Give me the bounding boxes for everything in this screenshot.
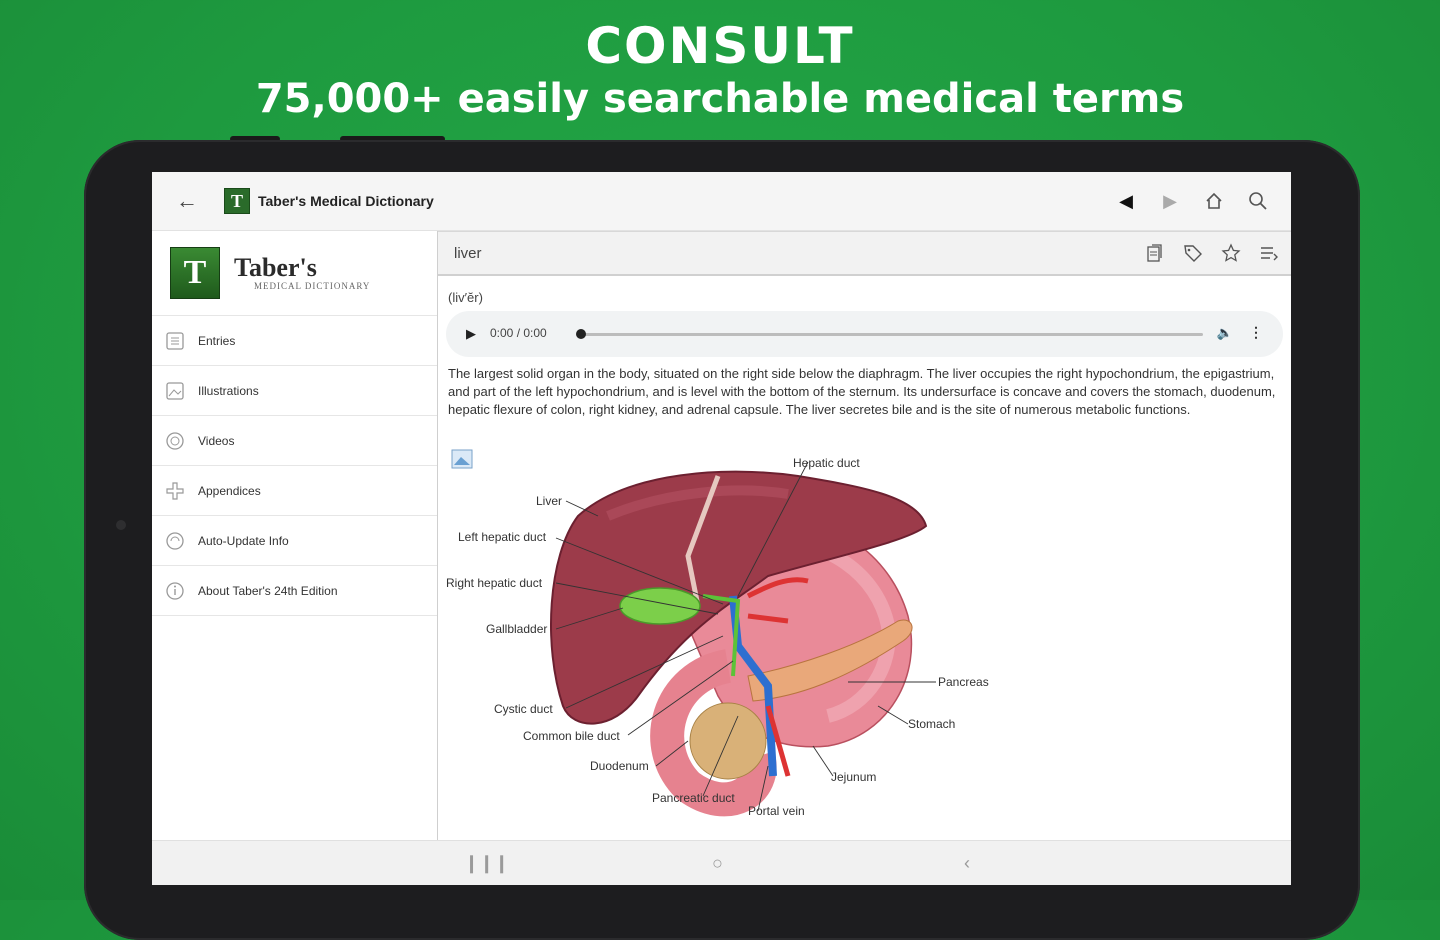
tag-icon[interactable] xyxy=(1181,241,1205,265)
sidebar-item-illustrations[interactable]: Illustrations xyxy=(152,366,437,416)
entry-content: liver (liv′ĕr) ▶ 0:00 / 0:00 🔈 ⋮ The lar… xyxy=(438,231,1291,841)
audio-progress-track[interactable] xyxy=(580,333,1203,336)
tablet-camera xyxy=(116,520,126,530)
label-portal-vein: Portal vein xyxy=(748,804,805,818)
audio-player: ▶ 0:00 / 0:00 🔈 ⋮ xyxy=(446,311,1283,357)
label-liver: Liver xyxy=(536,494,563,508)
sidebar-item-label: About Taber's 24th Edition xyxy=(198,583,338,598)
taber-logo: T xyxy=(170,247,220,299)
nav-back-icon[interactable]: ‹ xyxy=(964,853,970,874)
list-icon xyxy=(164,330,186,352)
recent-apps-icon[interactable]: ❙❙❙ xyxy=(464,853,509,874)
more-vert-icon[interactable]: ⋮ xyxy=(1249,324,1263,341)
sidebar-item-entries[interactable]: Entries xyxy=(152,316,437,366)
arrow-left-icon[interactable]: ← xyxy=(176,190,198,212)
label-pancreatic-duct: Pancreatic duct xyxy=(652,791,735,805)
entry-header: liver xyxy=(438,231,1291,276)
sidebar-item-label: Illustrations xyxy=(198,383,259,398)
history-list-icon[interactable] xyxy=(1257,241,1281,265)
home-icon[interactable] xyxy=(1201,188,1227,214)
label-duodenum: Duodenum xyxy=(590,759,649,773)
play-icon[interactable]: ▶ xyxy=(466,326,476,342)
chevron-right-icon[interactable]: ▶ xyxy=(1157,188,1183,214)
app-logo: T xyxy=(224,188,250,214)
taber-brand: T Taber's MEDICAL DICTIONARY xyxy=(152,231,437,316)
notes-icon[interactable] xyxy=(1143,241,1167,265)
pronunciation: (liv′ĕr) xyxy=(448,290,483,305)
chevron-left-icon[interactable]: ◀ xyxy=(1113,188,1139,214)
android-nav-bar: ❙❙❙ ○ ‹ xyxy=(152,840,1291,885)
liver-illustration: Hepatic duct Liver Left hepatic duct Rig… xyxy=(438,446,1008,841)
app-title: Taber's Medical Dictionary xyxy=(258,193,434,209)
label-common-bile-duct: Common bile duct xyxy=(523,729,620,743)
toolbar-actions: ◀ ▶ xyxy=(1113,188,1271,214)
label-cystic-duct: Cystic duct xyxy=(494,702,553,716)
label-jejunum: Jejunum xyxy=(831,770,877,784)
sidebar-item-label: Appendices xyxy=(198,483,261,498)
search-icon[interactable] xyxy=(1245,188,1271,214)
sidebar-item-videos[interactable]: Videos xyxy=(152,416,437,466)
info-icon xyxy=(164,580,186,602)
label-hepatic-duct: Hepatic duct xyxy=(793,456,860,470)
volume-icon[interactable]: 🔈 xyxy=(1217,325,1233,341)
entry-actions xyxy=(1143,241,1281,265)
label-stomach: Stomach xyxy=(908,717,956,731)
sidebar-item-auto-update[interactable]: Auto-Update Info xyxy=(152,516,437,566)
entry-term: liver xyxy=(454,244,482,262)
home-circle-icon[interactable]: ○ xyxy=(712,853,723,874)
promo-headline: CONSULT 75,000+ easily searchable medica… xyxy=(0,18,1440,124)
anatomy-drawing xyxy=(451,449,936,817)
app-screen: ← T Taber's Medical Dictionary ◀ ▶ T Tab… xyxy=(152,172,1291,885)
audio-time: 0:00 / 0:00 xyxy=(490,326,547,340)
promo-subtitle: 75,000+ easily searchable medical terms xyxy=(255,76,1185,122)
image-icon xyxy=(164,380,186,402)
label-pancreas: Pancreas xyxy=(938,675,989,689)
sidebar-item-label: Entries xyxy=(198,333,236,348)
sidebar: T Taber's MEDICAL DICTIONARY Entries Ill… xyxy=(152,231,438,841)
label-left-hepatic-duct: Left hepatic duct xyxy=(458,530,547,544)
entry-definition: The largest solid organ in the body, sit… xyxy=(448,366,1276,417)
sidebar-item-label: Auto-Update Info xyxy=(198,533,289,548)
sidebar-item-appendices[interactable]: Appendices xyxy=(152,466,437,516)
app-toolbar: ← T Taber's Medical Dictionary ◀ ▶ xyxy=(152,172,1291,231)
plus-cross-icon xyxy=(164,480,186,502)
label-gallbladder: Gallbladder xyxy=(486,622,548,636)
promo-title: CONSULT xyxy=(585,17,855,75)
brand-subtitle: MEDICAL DICTIONARY xyxy=(254,281,371,291)
audio-progress-knob[interactable] xyxy=(576,329,586,339)
sync-icon xyxy=(164,530,186,552)
star-icon[interactable] xyxy=(1219,241,1243,265)
video-icon xyxy=(164,430,186,452)
sidebar-item-label: Videos xyxy=(198,433,235,448)
sidebar-item-about[interactable]: About Taber's 24th Edition xyxy=(152,566,437,616)
brand-title: Taber's xyxy=(234,253,317,282)
label-right-hepatic-duct: Right hepatic duct xyxy=(446,576,543,590)
